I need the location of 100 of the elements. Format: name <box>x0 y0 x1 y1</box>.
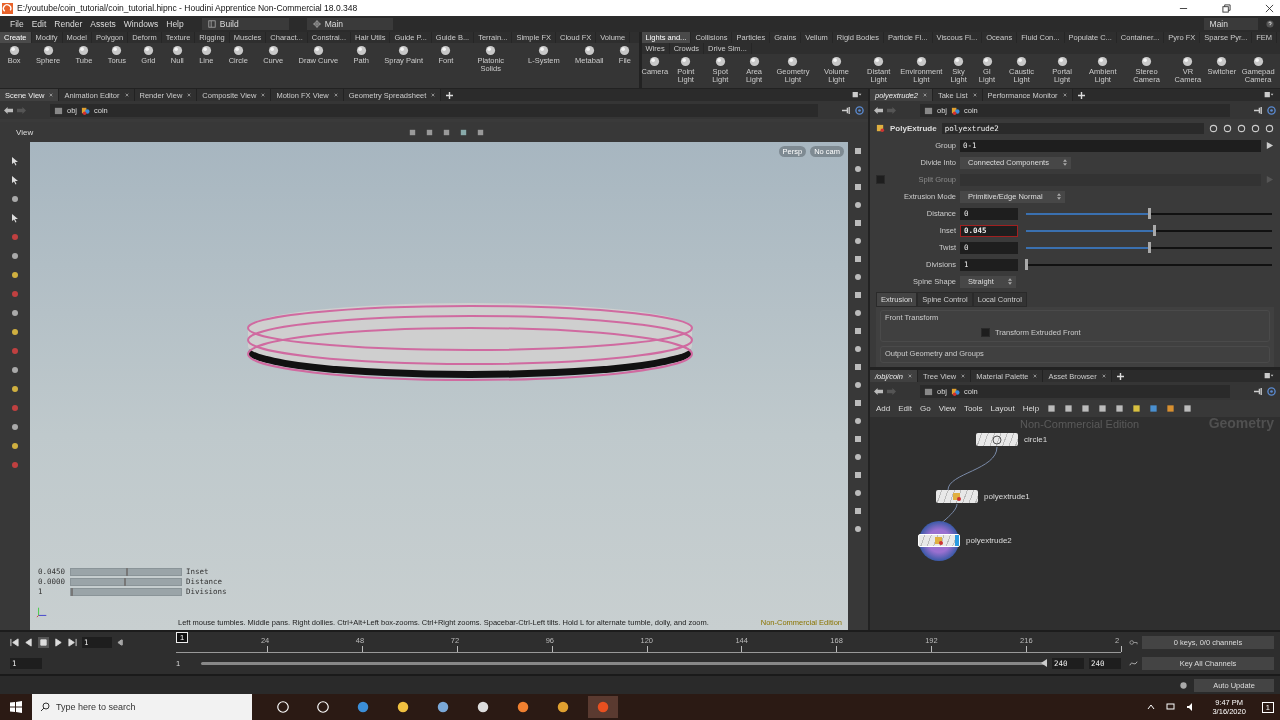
sphere-icon <box>8 45 20 56</box>
dot-icon[interactable] <box>10 194 20 204</box>
curve-icon[interactable] <box>1129 659 1138 668</box>
menu-item[interactable]: Add <box>876 404 891 413</box>
dot-icon[interactable] <box>10 289 20 299</box>
network-node[interactable] <box>918 534 960 547</box>
menu-item[interactable]: Edit <box>31 19 47 29</box>
sphere-icon <box>1056 56 1068 67</box>
hud-slider[interactable] <box>70 567 182 576</box>
dot-icon[interactable] <box>10 232 20 242</box>
link-ring-icon[interactable] <box>1267 386 1276 396</box>
search-field[interactable]: Type here to search <box>32 694 252 720</box>
playback-button[interactable] <box>24 638 33 647</box>
menu-item[interactable]: View <box>938 404 956 413</box>
pin-icon[interactable] <box>1254 386 1263 396</box>
slider-handle[interactable] <box>123 577 126 586</box>
geometry-object-icon <box>81 105 90 115</box>
sphere-icon <box>200 45 212 56</box>
dot-icon[interactable] <box>10 270 20 280</box>
geometry-object-icon <box>951 386 960 396</box>
pin-icon[interactable] <box>1254 105 1263 115</box>
add-tab-icon[interactable] <box>1116 372 1124 380</box>
slider-handle[interactable] <box>1152 224 1156 236</box>
dot-icon[interactable] <box>10 308 20 318</box>
node-type-icon <box>876 123 885 133</box>
sphere-icon <box>111 45 123 56</box>
link-ring-icon[interactable] <box>1267 105 1276 115</box>
close-icon[interactable] <box>1265 3 1274 13</box>
dot-icon[interactable] <box>10 403 20 413</box>
hud-slider[interactable] <box>70 577 182 586</box>
range-slider[interactable] <box>201 662 1047 665</box>
sphere-icon <box>171 45 183 56</box>
help-icon[interactable] <box>1266 20 1274 28</box>
sphere-icon <box>42 45 54 56</box>
slider-handle[interactable] <box>126 567 128 576</box>
menu-item[interactable]: Tools <box>963 404 983 413</box>
chevron-up-icon[interactable] <box>1146 702 1157 712</box>
hud-slider[interactable] <box>70 587 182 596</box>
viewport-layout-selector[interactable]: Main <box>306 18 394 30</box>
menu-item[interactable]: Help <box>1022 404 1040 413</box>
pane-menu-icon[interactable] <box>852 91 862 99</box>
sphere-icon <box>355 45 367 56</box>
dot-icon[interactable] <box>10 384 20 394</box>
menu-item[interactable]: Help <box>166 19 184 29</box>
sphere-icon <box>1016 56 1028 67</box>
desktop-menu[interactable]: Main <box>1203 18 1258 30</box>
checkbox[interactable] <box>981 328 990 337</box>
network-icon[interactable] <box>1166 702 1177 712</box>
menu-item[interactable]: File <box>10 19 24 29</box>
restore-icon[interactable] <box>1222 3 1231 13</box>
sphere-icon <box>440 45 452 56</box>
dot-icon[interactable] <box>10 365 20 375</box>
dot-icon[interactable] <box>10 346 20 356</box>
windows-start-icon[interactable] <box>10 701 22 713</box>
layout-icon <box>207 20 216 28</box>
menu-item[interactable]: Layout <box>990 404 1015 413</box>
playback-button[interactable] <box>10 638 19 647</box>
link-ring-icon[interactable] <box>855 105 864 115</box>
slider-handle[interactable] <box>1025 258 1028 270</box>
key-icon[interactable] <box>1129 638 1138 647</box>
back-icon[interactable] <box>874 386 883 396</box>
search-icon <box>40 702 50 712</box>
pane-menu-icon[interactable] <box>1264 372 1274 380</box>
sphere-icon <box>1141 56 1153 67</box>
back-icon[interactable] <box>4 105 13 115</box>
add-tab-icon[interactable] <box>446 91 454 99</box>
network-node[interactable] <box>936 490 978 503</box>
playback-button[interactable] <box>68 638 77 647</box>
sphere-icon <box>538 45 550 56</box>
dot-icon[interactable] <box>10 460 20 470</box>
dot-icon[interactable] <box>10 441 20 451</box>
menu-item[interactable]: Assets <box>90 19 116 29</box>
step-icon[interactable] <box>117 638 126 647</box>
pin-icon[interactable] <box>842 105 851 115</box>
menu-item[interactable]: Edit <box>898 404 913 413</box>
desktop-selector[interactable]: Build <box>201 18 289 30</box>
dot-icon[interactable] <box>10 327 20 337</box>
playback-button[interactable] <box>54 638 63 647</box>
node-type-icon <box>934 535 944 546</box>
pane-menu-icon[interactable] <box>1264 91 1274 99</box>
sphere-icon <box>485 45 497 56</box>
circle-icon <box>992 434 1002 445</box>
menu-item[interactable]: Go <box>920 404 931 413</box>
add-tab-icon[interactable] <box>1077 91 1085 99</box>
cursor-icon[interactable] <box>10 213 20 223</box>
sphere-icon <box>873 56 885 67</box>
menu-item[interactable]: Render <box>54 19 83 29</box>
selection-arrow-icon[interactable] <box>1265 141 1274 150</box>
sphere-icon <box>714 56 726 67</box>
playback-button[interactable] <box>38 637 49 648</box>
slider-handle[interactable] <box>1148 207 1151 219</box>
slider-handle[interactable] <box>1148 241 1151 253</box>
dot-icon[interactable] <box>10 422 20 432</box>
network-node[interactable] <box>976 433 1018 446</box>
sphere-icon <box>680 56 692 67</box>
updown-icon <box>1056 193 1061 200</box>
slider-handle[interactable] <box>71 587 73 596</box>
menu-item[interactable]: Windows <box>123 19 159 29</box>
dot-icon[interactable] <box>10 251 20 261</box>
back-icon[interactable] <box>874 105 883 115</box>
